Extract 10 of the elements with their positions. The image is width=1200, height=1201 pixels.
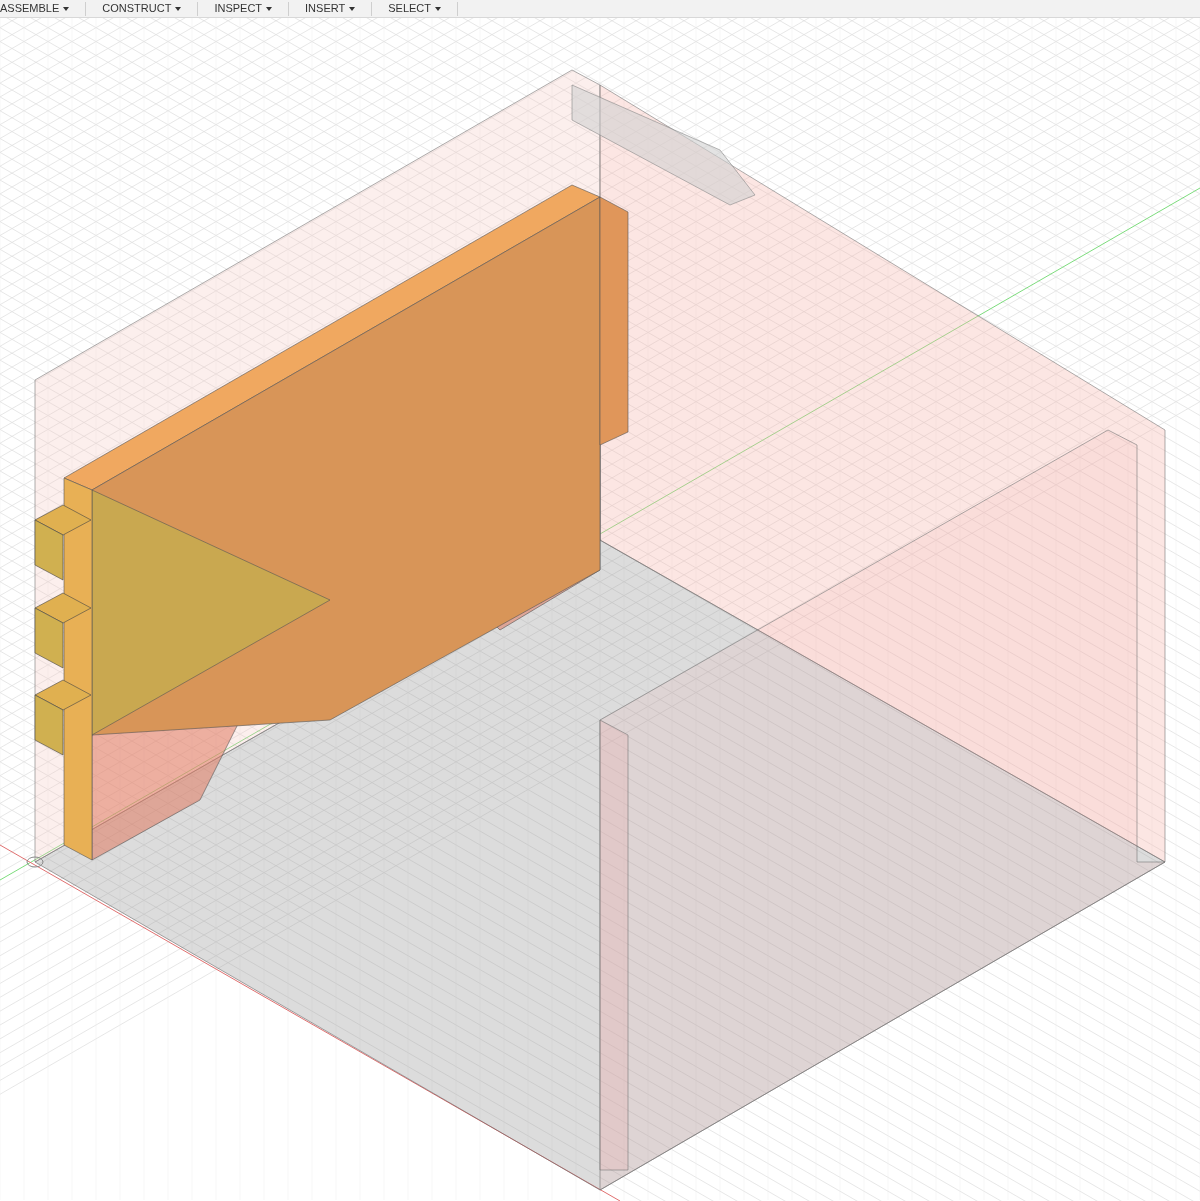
- caret-icon: [435, 6, 441, 11]
- toolbar-menu[interactable]: ASSEMBLE: [0, 0, 82, 17]
- toolbar-menu[interactable]: INSERT: [293, 0, 368, 17]
- caret-icon: [175, 6, 182, 11]
- toolbar-menu[interactable]: SELECT: [376, 0, 453, 17]
- caret-icon: [63, 6, 70, 11]
- caret-icon: [349, 6, 356, 11]
- toolbar-menu[interactable]: CONSTRUCT: [90, 0, 194, 17]
- caret-icon: [266, 6, 273, 11]
- toolbar-menu[interactable]: INSPECT: [202, 0, 285, 17]
